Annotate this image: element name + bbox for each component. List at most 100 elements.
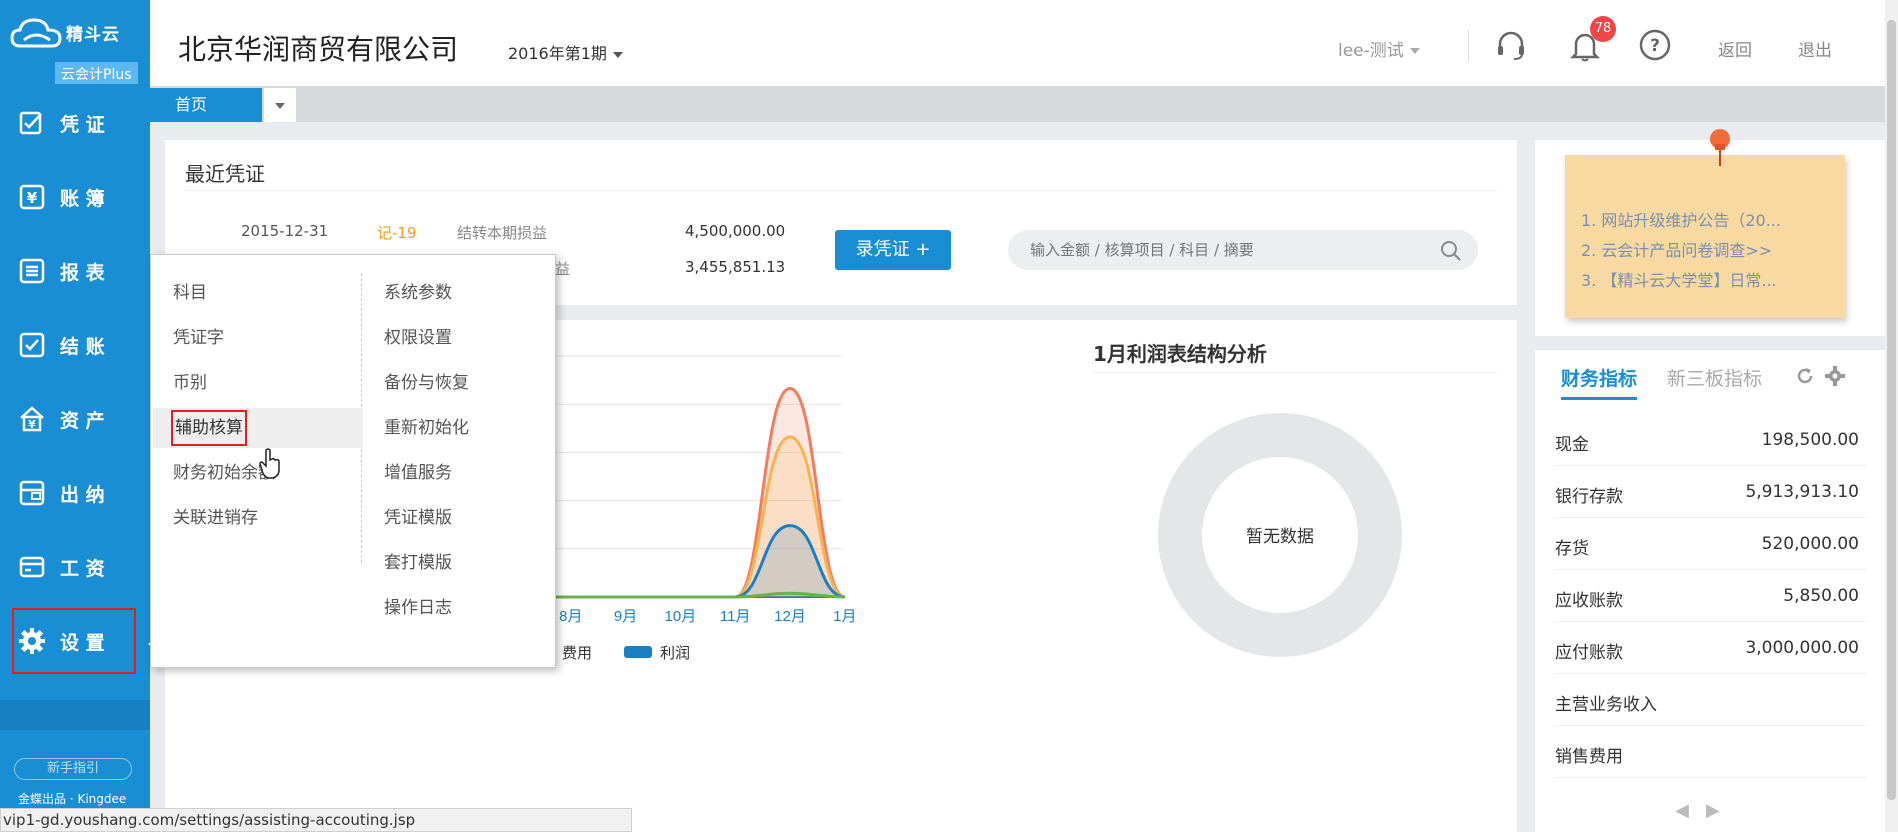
user-menu[interactable]: lee-测试 xyxy=(1338,36,1420,61)
nav-label: 资 产 xyxy=(60,409,105,432)
nav-item-ledger[interactable]: ¥ 账 簿 xyxy=(0,160,150,234)
refresh-icon[interactable] xyxy=(1795,366,1815,386)
voucher-summary: 益 xyxy=(555,260,571,278)
indicator-row: 存货 520,000.00 xyxy=(1555,518,1867,570)
header-divider xyxy=(1468,30,1469,62)
voucher-icon xyxy=(18,109,46,137)
indicator-label: 应收账款 xyxy=(1555,591,1623,611)
hand-cursor-icon xyxy=(259,448,280,479)
indicator-row: 银行存款 5,913,913.10 xyxy=(1555,466,1867,518)
empty-data-label: 暂无数据 xyxy=(1246,527,1314,546)
indicator-label: 销售费用 xyxy=(1555,747,1623,767)
menu-item[interactable]: 重新初始化 xyxy=(384,408,469,448)
menu-item[interactable]: 增值服务 xyxy=(384,453,452,493)
svg-text:¥: ¥ xyxy=(27,189,38,207)
company-name: 北京华润商贸有限公司 xyxy=(178,33,459,66)
svg-text:¥: ¥ xyxy=(28,418,36,431)
cloud-logo-icon xyxy=(10,18,62,48)
tab-financial-indicators[interactable]: 财务指标 xyxy=(1561,364,1638,400)
profit-structure-donut: 暂无数据 xyxy=(1158,413,1402,657)
indicator-row: 应收账款 5,850.00 xyxy=(1555,570,1867,622)
pushpin-icon xyxy=(1710,129,1730,166)
nav-item-settings[interactable]: 设 置 xyxy=(12,608,160,674)
headset-icon[interactable] xyxy=(1494,28,1528,62)
settings-icon[interactable] xyxy=(1825,366,1845,386)
nav-item-voucher[interactable]: 凭 证 xyxy=(0,86,150,160)
back-link[interactable]: 返回 xyxy=(1718,36,1752,61)
scrollbar-thumb[interactable] xyxy=(1887,20,1896,800)
menu-item[interactable]: 币别 xyxy=(173,363,207,403)
svg-text:?: ? xyxy=(1650,36,1660,56)
notice-board: 1. 网站升级维护公告（20... 2. 云会计产品问卷调查>> 3. 【精斗云… xyxy=(1565,155,1845,318)
voucher-amount: 4,500,000.00 xyxy=(685,222,786,240)
sidebar: 精斗云 云会计Plus 凭 证 ¥ 账 簿 报 表 结 账 ¥ 资 产 出 纳 … xyxy=(0,0,160,832)
legend-label: 利润 xyxy=(660,645,690,662)
menu-item-label: 凭证字 xyxy=(173,328,224,348)
settings-menu: 科目 凭证字 币别 辅助核算 财务初始余额 关联进销存 系统参数 权限设置 备份与恢复 重新初始… xyxy=(150,254,556,668)
menu-item[interactable]: 操作日志 xyxy=(384,588,452,628)
record-voucher-button[interactable]: 录凭证 + xyxy=(835,230,951,270)
nav-item-report[interactable]: 报 表 xyxy=(0,234,150,308)
browser-status-bar: vip1-gd.youshang.com/settings/assisting-… xyxy=(0,808,632,832)
nav-label: 设 置 xyxy=(60,631,105,654)
ledger-icon: ¥ xyxy=(18,183,46,211)
kingdee-brand: 金蝶出品 · Kingdee xyxy=(18,792,127,806)
cashier-icon xyxy=(18,479,46,507)
period-selector[interactable]: 2016年第1期 xyxy=(508,40,623,64)
notice-item[interactable]: 3. 【精斗云大学堂】日常... xyxy=(1581,267,1836,291)
menu-item[interactable]: 系统参数 xyxy=(384,273,452,313)
menu-item[interactable]: 辅助核算 xyxy=(153,408,363,448)
voucher-search-input[interactable] xyxy=(1008,230,1478,270)
notice-item[interactable]: 2. 云会计产品问卷调查>> xyxy=(1581,237,1836,261)
indicator-value: 5,913,913.10 xyxy=(1745,482,1859,502)
menu-item[interactable]: 关联进销存 xyxy=(173,498,258,538)
notice-item[interactable]: 1. 网站升级维护公告（20... xyxy=(1581,207,1836,231)
nav-item-closing[interactable]: 结 账 xyxy=(0,308,150,382)
tab-neeq-indicators[interactable]: 新三板指标 xyxy=(1667,364,1762,391)
divider xyxy=(1093,372,1497,373)
x-tick-label: 9月 xyxy=(614,608,637,625)
indicator-label: 主营业务收入 xyxy=(1555,695,1657,715)
asset-icon: ¥ xyxy=(18,405,46,433)
menu-item[interactable]: 备份与恢复 xyxy=(384,363,469,403)
voucher-code-link[interactable]: 记-19 xyxy=(377,222,417,243)
nav-item-asset[interactable]: ¥ 资 产 xyxy=(0,382,150,456)
nav-item-cashier[interactable]: 出 纳 xyxy=(0,456,150,530)
tab-bar: 首页 xyxy=(150,86,1885,122)
nav-label: 工 资 xyxy=(60,557,105,580)
nav-label: 账 簿 xyxy=(60,187,105,210)
menu-item-label: 辅助核算 xyxy=(171,410,247,446)
tab-home[interactable]: 首页 xyxy=(150,88,262,122)
page-scrollbar[interactable] xyxy=(1885,0,1898,832)
nav-label: 报 表 xyxy=(60,261,105,284)
indicator-value: 198,500.00 xyxy=(1761,430,1859,450)
menu-item-label: 关联进销存 xyxy=(173,508,258,528)
menu-item[interactable]: 科目 xyxy=(173,273,207,313)
gear-icon xyxy=(18,627,46,655)
menu-item-label: 币别 xyxy=(173,373,207,393)
x-tick-label: 1月 xyxy=(833,608,856,625)
legend-label: 费用 xyxy=(562,645,592,662)
report-icon xyxy=(18,257,46,285)
search-icon[interactable] xyxy=(1440,240,1462,262)
menu-item[interactable]: 凭证模版 xyxy=(384,498,452,538)
profit-structure-title: 1月利润表结构分析 xyxy=(1093,342,1267,366)
menu-item[interactable]: 权限设置 xyxy=(384,318,452,358)
logout-link[interactable]: 退出 xyxy=(1798,36,1832,61)
financial-indicators-panel: 财务指标 新三板指标 现金 198,500.00 银行存款 5,913,913.10 存… xyxy=(1535,350,1885,832)
voucher-amount: 3,455,851.13 xyxy=(685,258,786,276)
indicator-label: 应付账款 xyxy=(1555,643,1623,663)
indicator-pager[interactable]: ◀ ▶ xyxy=(1675,800,1720,821)
menu-item[interactable]: 凭证字 xyxy=(173,318,224,358)
indicator-value: 5,850.00 xyxy=(1783,586,1859,606)
menu-item-label: 科目 xyxy=(173,283,207,303)
menu-item[interactable]: 套打模版 xyxy=(384,543,452,583)
help-icon[interactable]: ? xyxy=(1638,28,1672,62)
sidebar-collapse-bar[interactable] xyxy=(0,700,150,730)
nav-item-salary[interactable]: 工 资 xyxy=(0,530,150,604)
newbie-guide-button[interactable]: 新手指引 xyxy=(14,758,132,780)
divider xyxy=(185,190,1497,191)
logo-area: 精斗云 云会计Plus xyxy=(0,0,150,86)
tab-dropdown-button[interactable] xyxy=(264,88,296,122)
nav-label: 凭 证 xyxy=(60,113,105,136)
